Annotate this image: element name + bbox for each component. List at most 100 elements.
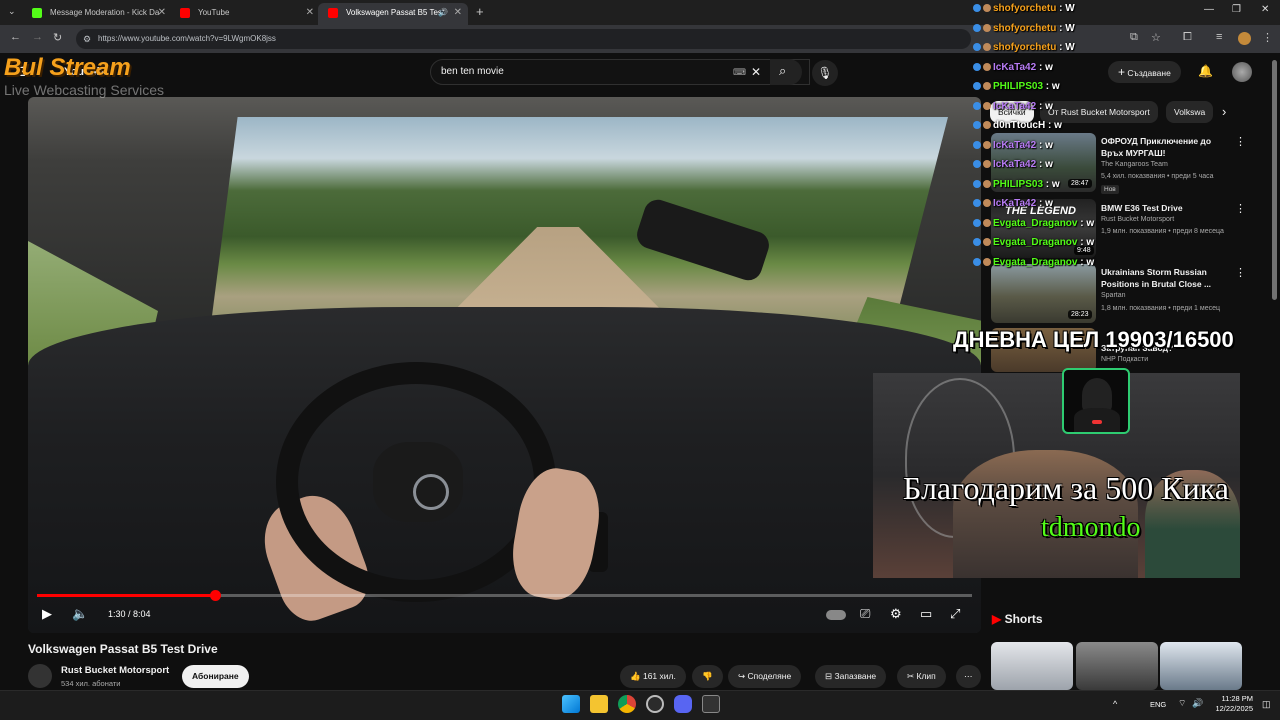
rec-title[interactable]: ОФРОУД Приключение до Връх МУРГАШ! <box>1101 135 1231 159</box>
bookmark-star-icon[interactable]: ☆ <box>1151 31 1161 44</box>
volume-icon[interactable]: 🔈 <box>72 606 88 622</box>
taskbar-clock[interactable]: 11:28 PM 12/22/2025 <box>1205 694 1253 714</box>
audio-playing-icon[interactable]: 🔊 <box>438 3 448 23</box>
rec-channel[interactable]: NHP Подкасти <box>1101 356 1148 363</box>
thumbs-down-icon: 👎 <box>702 671 713 681</box>
tab-kick-moderation[interactable]: Message Moderation - Kick Da ✕ <box>22 3 172 25</box>
search-button[interactable]: ⌕ <box>770 59 802 85</box>
video-timecode: 1:30 / 8:04 <box>108 609 151 619</box>
save-icon: ⊟ <box>825 671 833 681</box>
close-tab-icon[interactable]: ✕ <box>158 3 166 23</box>
clear-search-icon[interactable]: ✕ <box>751 60 761 84</box>
chat-text: W <box>1065 3 1075 14</box>
subscribe-button[interactable]: Абониране <box>182 665 249 688</box>
extensions-icon[interactable]: ⧠ <box>1183 31 1192 44</box>
short-thumbnail[interactable] <box>1160 642 1242 690</box>
chat-text: w <box>1045 139 1053 151</box>
chat-username: shofyorchetu <box>993 3 1057 14</box>
miniplayer-icon[interactable]: ▭ <box>920 606 932 622</box>
rec-meta: 5,4 хил. показвания • преди 5 часа <box>1101 173 1214 180</box>
account-avatar[interactable] <box>1232 62 1252 82</box>
terminal-icon[interactable] <box>702 695 720 713</box>
fullscreen-icon[interactable]: ⤢ <box>950 606 960 622</box>
address-bar[interactable]: ⚙ https://www.youtube.com/watch?v=9LWgmO… <box>76 29 971 49</box>
back-icon[interactable]: ← <box>10 31 21 43</box>
tab-youtube[interactable]: YouTube ✕ <box>170 3 320 25</box>
short-thumbnail[interactable] <box>991 642 1073 690</box>
short-thumbnail[interactable] <box>1076 642 1158 690</box>
forward-icon[interactable]: → <box>32 31 43 43</box>
more-actions-button[interactable]: ⋯ <box>956 665 981 688</box>
cast-icon[interactable]: ⧉ <box>1130 31 1138 44</box>
rec-channel[interactable]: The Kangaroos Team <box>1101 161 1168 168</box>
file-explorer-icon[interactable] <box>590 695 608 713</box>
badge-icon <box>973 257 981 266</box>
scrubber-handle[interactable] <box>209 590 221 601</box>
kebab-menu-icon[interactable]: ⋮ <box>1235 202 1246 215</box>
settings-gear-icon[interactable]: ⚙ <box>890 606 902 622</box>
chat-separator: : <box>1056 42 1066 53</box>
keyboard-icon[interactable]: ⌨ <box>733 60 746 84</box>
save-button[interactable]: ⊟ Запазване <box>815 665 887 688</box>
chat-username: IcKaTa42 <box>993 159 1037 170</box>
chat-separator: : <box>1043 81 1052 92</box>
tab-volkswagen-video[interactable]: Volkswagen Passat B5 Test 🔊 ✕ <box>318 3 468 25</box>
new-tab-button[interactable]: + <box>476 4 484 19</box>
speaker-icon[interactable]: 🔊 <box>1192 698 1203 709</box>
subtitles-icon[interactable]: ⎚ <box>860 606 870 622</box>
tray-chevron-icon[interactable]: ^ <box>1113 699 1117 709</box>
avatar-icon <box>983 23 991 32</box>
site-info-icon[interactable]: ⚙ <box>83 29 91 49</box>
like-button[interactable]: 👍 161 хил. <box>620 665 686 688</box>
rec-channel[interactable]: Rust Bucket Motorsport <box>1101 216 1174 223</box>
search-input[interactable]: ben ten movie ⌨ ✕ <box>430 59 810 85</box>
minimize-window-icon[interactable]: — <box>1204 4 1214 15</box>
browser-menu-icon[interactable]: ⋮ <box>1262 31 1273 44</box>
autoplay-toggle[interactable] <box>826 610 846 620</box>
input-language[interactable]: ENG <box>1150 700 1166 709</box>
chat-text: w <box>1045 159 1053 170</box>
discord-icon[interactable] <box>674 695 692 713</box>
rec-channel[interactable]: Spartan <box>1101 292 1126 299</box>
clip-button[interactable]: ✂ Клип <box>897 665 946 688</box>
chevron-right-icon[interactable]: › <box>1222 104 1226 119</box>
rec-title[interactable]: BMW E36 Test Drive <box>1101 202 1231 214</box>
kebab-menu-icon[interactable]: ⋮ <box>1235 266 1246 279</box>
avatar-icon <box>983 140 991 149</box>
wifi-icon[interactable]: ⌔ <box>1178 698 1186 709</box>
chat-message: shofyorchetu : W <box>973 3 1075 14</box>
channel-name[interactable]: Rust Bucket Motorsport <box>61 665 169 676</box>
share-button[interactable]: ↪ Споделяне <box>728 665 802 688</box>
create-button[interactable]: + Създаване <box>1108 61 1181 83</box>
voice-search-icon[interactable]: 🎙 <box>812 60 838 86</box>
dislike-button[interactable]: 👎 <box>692 665 723 688</box>
chip-volkswagen[interactable]: Volkswa <box>1166 101 1214 123</box>
close-tab-icon[interactable]: ✕ <box>454 3 462 23</box>
chrome-icon[interactable] <box>618 695 636 713</box>
windows-start-icon[interactable] <box>562 695 580 713</box>
chat-message: shofyorchetu : W <box>973 23 1075 34</box>
kebab-menu-icon[interactable]: ⋮ <box>1235 135 1246 148</box>
video-player[interactable] <box>28 97 981 633</box>
rec-title[interactable]: Ukrainians Storm Russian Positions in Br… <box>1101 266 1231 290</box>
reload-icon[interactable]: ↻ <box>53 31 62 44</box>
obs-icon[interactable] <box>646 695 664 713</box>
notification-center-icon[interactable]: ◫ <box>1262 699 1271 710</box>
brand-tagline: Live Webcasting Services <box>4 82 165 98</box>
tab-list-icon[interactable]: ⌄ <box>8 6 16 17</box>
channel-avatar[interactable] <box>28 664 52 688</box>
chat-message: Evgata_Draganov : w <box>973 218 1094 229</box>
chat-username: shofyorchetu <box>993 22 1057 34</box>
play-icon[interactable]: ▶ <box>42 606 52 622</box>
shorts-heading: ▶ Shorts <box>992 612 1043 626</box>
close-tab-icon[interactable]: ✕ <box>306 3 314 23</box>
clip-label: Клип <box>916 671 936 681</box>
notifications-bell-icon[interactable]: 🔔 <box>1198 64 1213 78</box>
page-scrollbar[interactable] <box>1272 60 1277 300</box>
profile-icon[interactable] <box>1238 32 1251 45</box>
media-controls-icon[interactable]: ≡ <box>1216 31 1222 43</box>
close-window-icon[interactable]: ✕ <box>1261 4 1269 15</box>
chat-separator: : <box>1056 22 1066 34</box>
rec-duration: 28:47 <box>1068 179 1092 188</box>
maximize-window-icon[interactable]: ❐ <box>1232 4 1241 15</box>
